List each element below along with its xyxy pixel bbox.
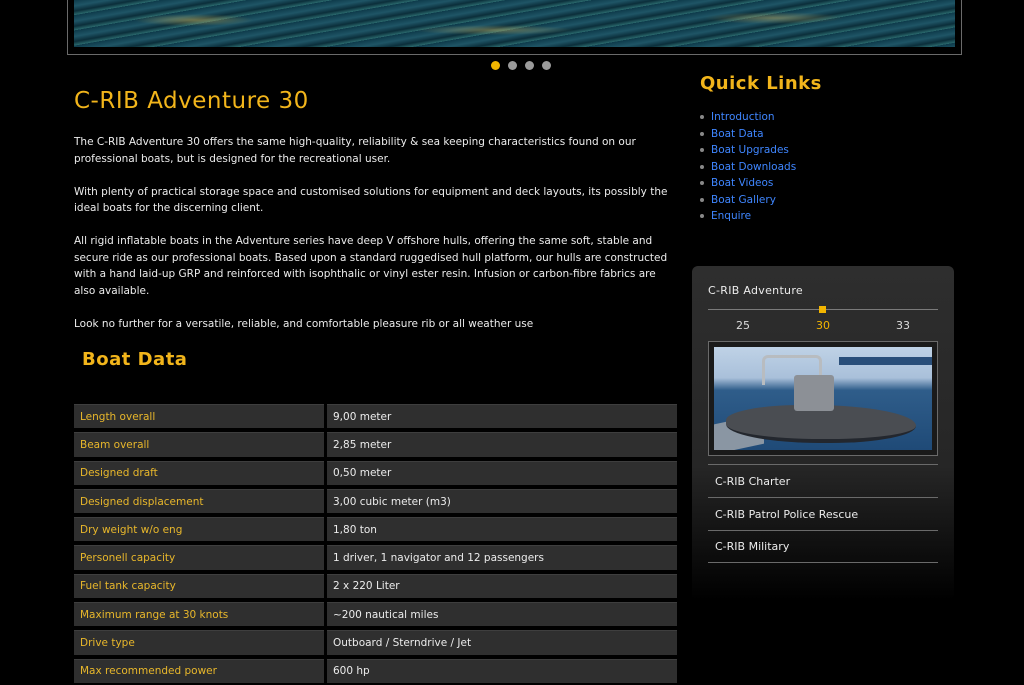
spec-label: Length overall <box>74 404 324 429</box>
bullet-icon <box>700 181 704 186</box>
model-option-33[interactable]: 33 <box>896 319 910 332</box>
list-item: Boat Data <box>700 126 796 143</box>
slider-dots <box>491 61 551 70</box>
table-row: Max recommended power 600 hp <box>74 658 677 683</box>
boat-console-shape <box>794 375 834 411</box>
table-row: Drive type Outboard / Sterndrive / Jet <box>74 630 677 655</box>
table-row: Designed draft 0,50 meter <box>74 460 677 485</box>
model-panel: C-RIB Adventure 25 30 33 C-RIB Charter C… <box>692 266 954 600</box>
table-row: Fuel tank capacity 2 x 220 Liter <box>74 573 677 599</box>
boat-photo[interactable] <box>708 341 938 456</box>
quick-links-list: Introduction Boat Data Boat Upgrades Boa… <box>700 109 796 225</box>
spec-value: Outboard / Sterndrive / Jet <box>327 630 677 655</box>
page-title: C-RIB Adventure 30 <box>74 88 309 114</box>
bullet-icon <box>700 148 704 153</box>
list-item: Enquire <box>700 208 796 225</box>
quick-link-boat-upgrades[interactable]: Boat Upgrades <box>711 144 789 156</box>
boat-image <box>714 347 932 450</box>
table-row: Personell capacity 1 driver, 1 navigator… <box>74 545 677 570</box>
bullet-icon <box>700 115 704 120</box>
spec-value: 600 hp <box>327 658 677 683</box>
list-item: Boat Videos <box>700 175 796 192</box>
slider-dot-2[interactable] <box>508 61 517 70</box>
bullet-icon <box>700 214 704 219</box>
spec-label: Drive type <box>74 630 324 655</box>
quick-link-boat-downloads[interactable]: Boat Downloads <box>711 161 796 173</box>
spec-value: 3,00 cubic meter (m3) <box>327 488 677 514</box>
quick-link-boat-gallery[interactable]: Boat Gallery <box>711 194 776 206</box>
spec-value: ~200 nautical miles <box>327 602 677 627</box>
boat-data-title: Boat Data <box>82 349 188 370</box>
quick-link-boat-videos[interactable]: Boat Videos <box>711 177 773 189</box>
bullet-icon <box>700 131 704 136</box>
hero-banner-image[interactable] <box>74 0 955 47</box>
model-slider-handle[interactable] <box>819 306 826 313</box>
table-row: Length overall 9,00 meter <box>74 404 677 429</box>
spec-value: 0,50 meter <box>327 460 677 485</box>
model-option-30[interactable]: 30 <box>816 319 830 332</box>
quick-link-boat-data[interactable]: Boat Data <box>711 128 764 140</box>
table-row: Beam overall 2,85 meter <box>74 432 677 457</box>
slider-dot-3[interactable] <box>525 61 534 70</box>
intro-paragraph: The C-RIB Adventure 30 offers the same h… <box>74 136 636 165</box>
panel-link-military[interactable]: C-RIB Military <box>708 530 938 563</box>
bullet-icon <box>700 164 704 169</box>
spec-label: Maximum range at 30 knots <box>74 602 324 627</box>
spec-label: Beam overall <box>74 432 324 457</box>
spec-label: Dry weight w/o eng <box>74 517 324 542</box>
quick-link-enquire[interactable]: Enquire <box>711 210 751 222</box>
spec-value: 1,80 ton <box>327 517 677 542</box>
slider-dot-1[interactable] <box>491 61 500 70</box>
list-item: Boat Downloads <box>700 159 796 176</box>
table-row: Designed displacement 3,00 cubic meter (… <box>74 488 677 514</box>
quick-links-title: Quick Links <box>700 73 822 94</box>
intro-paragraph: Look no further for a versatile, reliabl… <box>74 317 534 330</box>
table-row: Maximum range at 30 knots ~200 nautical … <box>74 602 677 627</box>
spec-label: Fuel tank capacity <box>74 573 324 599</box>
list-item: Boat Upgrades <box>700 142 796 159</box>
intro-text: The C-RIB Adventure 30 offers the same h… <box>74 134 679 349</box>
boat-data-table: Length overall 9,00 meter Beam overall 2… <box>74 404 677 685</box>
spec-label: Max recommended power <box>74 658 324 683</box>
slider-dot-4[interactable] <box>542 61 551 70</box>
table-row: Dry weight w/o eng 1,80 ton <box>74 517 677 542</box>
pier-shape <box>839 357 932 365</box>
model-slider-labels: 25 30 33 <box>708 319 938 332</box>
model-option-25[interactable]: 25 <box>736 319 750 332</box>
spec-label: Designed draft <box>74 460 324 485</box>
spec-value: 1 driver, 1 navigator and 12 passengers <box>327 545 677 570</box>
list-item: Introduction <box>700 109 796 126</box>
panel-links: C-RIB Charter C-RIB Patrol Police Rescue… <box>708 464 938 563</box>
spec-label: Designed displacement <box>74 488 324 514</box>
intro-paragraph: With plenty of practical storage space a… <box>74 185 668 215</box>
bullet-icon <box>700 197 704 202</box>
spec-value: 2,85 meter <box>327 432 677 457</box>
panel-link-charter[interactable]: C-RIB Charter <box>708 464 938 497</box>
quick-link-introduction[interactable]: Introduction <box>711 111 775 123</box>
intro-paragraph: All rigid inflatable boats in the Advent… <box>74 235 668 297</box>
list-item: Boat Gallery <box>700 192 796 209</box>
spec-label: Personell capacity <box>74 545 324 570</box>
panel-title: C-RIB Adventure <box>708 284 803 297</box>
spec-value: 2 x 220 Liter <box>327 573 677 599</box>
spec-value: 9,00 meter <box>327 404 677 429</box>
panel-link-patrol-police-rescue[interactable]: C-RIB Patrol Police Rescue <box>708 497 938 530</box>
